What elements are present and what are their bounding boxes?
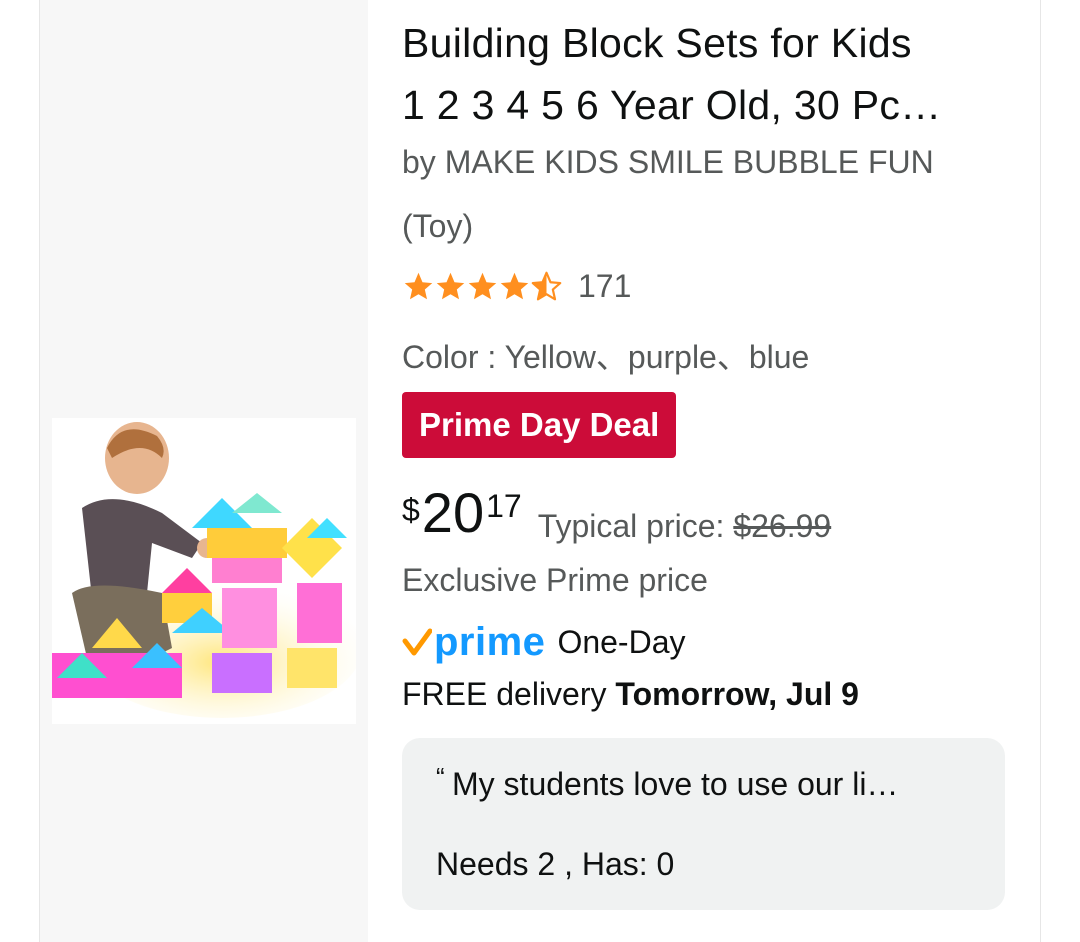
product-image[interactable] xyxy=(52,418,356,724)
product-title-line2[interactable]: 1 2 3 4 5 6 Year Old, 30 Pc… xyxy=(402,74,1012,136)
rating-count[interactable]: 171 xyxy=(578,268,631,305)
star-rating xyxy=(402,270,562,303)
star-full-icon xyxy=(436,272,465,300)
star-full-icon xyxy=(468,272,497,300)
typical-price: Typical price: $26.99 xyxy=(538,508,832,545)
prime-day-deal-badge: Prime Day Deal xyxy=(402,392,677,458)
delivery-info: FREE delivery Tomorrow, Jul 9 xyxy=(402,676,859,713)
price-fraction: 17 xyxy=(486,488,522,524)
star-full-icon xyxy=(500,272,529,300)
prime-logo: prime xyxy=(402,620,545,664)
exclusive-prime-price: Exclusive Prime price xyxy=(402,562,708,598)
price-whole: 20 xyxy=(421,481,485,544)
review-snippet[interactable]: My students love to use our li… xyxy=(452,766,898,803)
typical-price-value: $26.99 xyxy=(733,508,832,544)
star-full-icon xyxy=(404,272,433,300)
star-half-icon xyxy=(531,271,562,301)
product-binding: (Toy) xyxy=(402,208,474,244)
brand-byline: by MAKE KIDS SMILE BUBBLE FUN xyxy=(402,144,934,180)
product-title[interactable]: Building Block Sets for Kids 1 2 3 4 5 6… xyxy=(402,12,1012,136)
product-title-line1[interactable]: Building Block Sets for Kids xyxy=(402,12,1012,74)
one-day-label: One-Day xyxy=(557,623,686,660)
quote-icon: “ xyxy=(436,762,445,792)
typical-price-label: Typical price: xyxy=(537,508,734,544)
delivery-date: Tomorrow, Jul 9 xyxy=(615,676,859,712)
color-variant: Color : Yellow、purple、blue xyxy=(402,339,810,375)
price: $ 20 17 Typical price: $26.99 xyxy=(402,478,831,548)
delivery-prefix: FREE delivery xyxy=(402,676,616,712)
rating-row[interactable]: 171 xyxy=(402,268,631,305)
prime-shipping: prime One-Day xyxy=(402,620,685,664)
review-snippet-box[interactable]: “ Needs 2 , Has: 0 xyxy=(402,738,1005,910)
review-status: Needs 2 , Has: 0 xyxy=(436,846,675,882)
prime-wordmark: prime xyxy=(434,620,546,664)
prime-check-icon xyxy=(402,628,432,656)
price-symbol: $ xyxy=(402,492,420,528)
product-image-panel[interactable] xyxy=(40,0,368,942)
